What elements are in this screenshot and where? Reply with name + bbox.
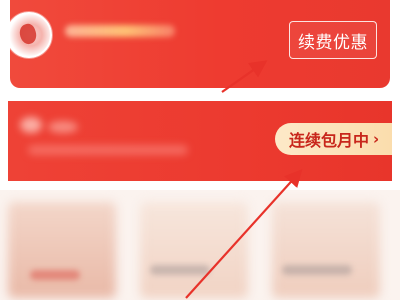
blurred-card-title	[150, 265, 210, 275]
chevron-right-icon: ›	[373, 130, 380, 148]
blurred-content-area	[0, 190, 400, 300]
member-banner-subscription: 连续包月中 ›	[8, 101, 392, 181]
blurred-card-title	[282, 265, 352, 275]
auto-renew-status-label: 连续包月中	[289, 131, 370, 150]
auto-renew-status-button[interactable]: 连续包月中 ›	[275, 123, 392, 155]
blurred-card	[8, 202, 116, 298]
screenshot-stage: 续费优惠 连续包月中 ›	[0, 0, 400, 300]
avatar[interactable]	[10, 12, 52, 58]
blurred-card	[140, 202, 248, 298]
renew-discount-button[interactable]: 续费优惠	[289, 21, 377, 59]
blurred-card	[272, 202, 380, 298]
avatar-icon	[17, 22, 39, 46]
blurred-username	[65, 25, 175, 37]
blurred-avatar	[20, 117, 42, 133]
blurred-username	[48, 121, 78, 133]
blurred-price	[30, 270, 80, 280]
blurred-subtitle	[28, 145, 188, 155]
member-banner-top: 续费优惠	[10, 0, 390, 88]
